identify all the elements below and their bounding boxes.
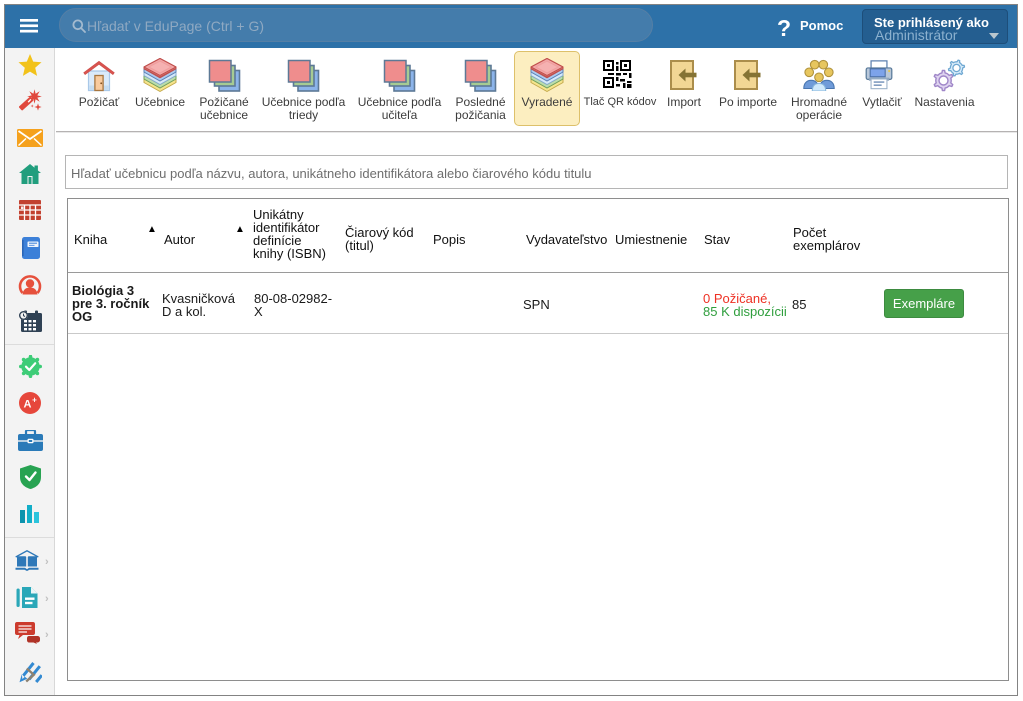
svg-text:A: A [24, 399, 32, 411]
svg-text:+: + [32, 396, 37, 405]
